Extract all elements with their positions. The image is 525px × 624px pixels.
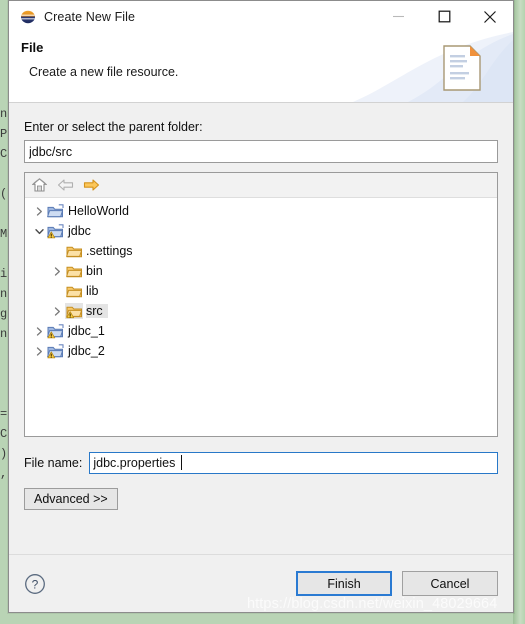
banner-swoosh-graphic [353,32,513,102]
window-controls [375,1,513,32]
project-folder-icon-with-warning [47,343,65,359]
tree-item-lib[interactable]: lib [25,281,497,301]
file-name-label: File name: [24,456,83,470]
tree-item-label: HelloWorld [68,204,129,218]
parent-folder-label: Enter or select the parent folder: [24,120,203,134]
tree-item-helloworld[interactable]: HelloWorld [25,201,497,221]
tree-item-jdbc[interactable]: jdbc [25,221,497,241]
close-button[interactable] [467,1,513,32]
screen: n P C ( M i n g n = C ) , Create New Fil… [0,0,525,624]
project-folder-icon-with-warning [47,223,65,239]
folder-icon-with-warning [65,303,83,319]
file-document-icon [443,45,481,91]
tree-item-settings[interactable]: .settings [25,241,497,261]
chevron-right-icon[interactable] [31,343,47,359]
tree-item-label: .settings [86,244,133,258]
dialog-title: Create New File [44,9,136,24]
tree-item-label: bin [86,264,103,278]
folder-icon [65,243,83,259]
parent-folder-input[interactable] [24,140,498,163]
dialog-titlebar: Create New File [9,1,513,32]
tree-item-label: src [86,304,108,318]
project-folder-icon [47,203,65,219]
advanced-button[interactable]: Advanced >> [24,488,118,510]
tree-item-bin[interactable]: bin [25,261,497,281]
home-icon[interactable] [30,176,49,194]
dialog-footer: ? Finish Cancel [9,554,513,612]
tree-item-label: lib [86,284,99,298]
back-arrow-icon[interactable] [56,176,75,194]
help-icon[interactable]: ? [24,573,46,595]
dialog-banner: File Create a new file resource. [9,32,513,103]
tree-item-label: jdbc_1 [68,324,105,338]
chevron-right-icon[interactable] [31,323,47,339]
text-caret [181,455,183,470]
project-folder-icon-with-warning [47,323,65,339]
minimize-button[interactable] [375,1,421,32]
chevron-right-icon[interactable] [31,203,47,219]
maximize-button[interactable] [421,1,467,32]
folder-tree-panel: HelloWorld jdbc .settings bin lib src jdbc_1jd… [24,172,498,437]
file-name-row: File name: [24,452,498,474]
tree-item-label: jdbc_2 [68,344,105,358]
create-new-file-dialog: Create New File File Create a new file r… [8,0,514,613]
chevron-right-icon[interactable] [49,263,65,279]
chevron-down-icon[interactable] [31,223,47,239]
eclipse-globe-icon [20,9,36,25]
cancel-button[interactable]: Cancel [402,571,498,596]
tree-item-src[interactable]: src [25,301,497,321]
svg-text:?: ? [32,577,39,591]
chevron-right-icon[interactable] [49,303,65,319]
folder-icon [65,283,83,299]
tree-toolbar [25,173,497,198]
tree-item-label: jdbc [68,224,91,238]
page-title: File [21,40,44,55]
background-right-strip [513,0,525,624]
tree-item-jdbc_1[interactable]: jdbc_1 [25,321,497,341]
dialog-body: Enter or select the parent folder: jdbc/… [9,103,513,554]
tree-item-jdbc_2[interactable]: jdbc_2 [25,341,497,361]
folder-icon [65,263,83,279]
forward-arrow-icon[interactable] [82,176,101,194]
folder-tree[interactable]: HelloWorld jdbc .settings bin lib src jdbc_1jd… [25,198,497,436]
finish-button[interactable]: Finish [296,571,392,596]
file-name-input[interactable] [89,452,498,474]
page-description: Create a new file resource. [29,65,179,79]
